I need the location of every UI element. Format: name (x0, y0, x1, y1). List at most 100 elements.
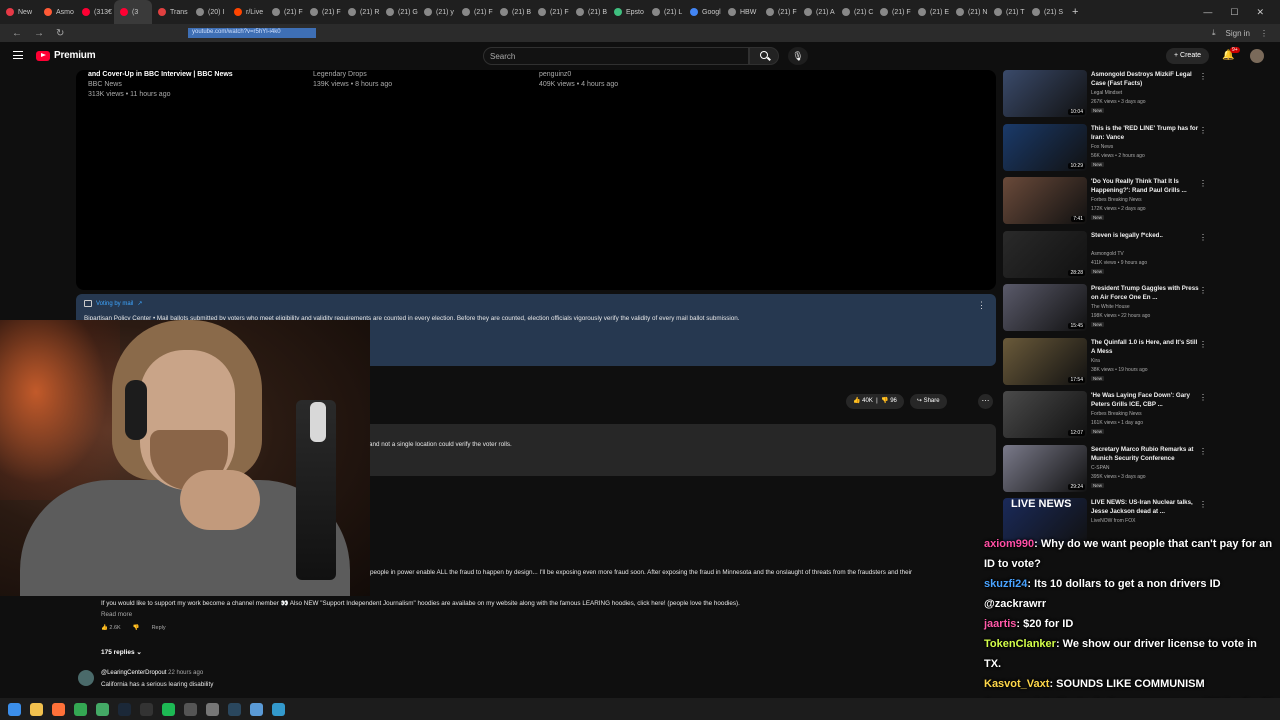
download-icon[interactable]: ⤓ (1212, 28, 1216, 38)
app-icon[interactable] (184, 702, 197, 716)
notepad-icon[interactable] (250, 702, 263, 716)
minimize-icon[interactable]: — (1203, 7, 1212, 17)
video-player[interactable]: and Cover-Up in BBC Interview | BBC News… (76, 70, 996, 290)
obs-icon[interactable] (140, 702, 153, 716)
channel-name[interactable]: Kira (1091, 358, 1100, 364)
video-title[interactable]: The Quinfall 1.0 is Here, and It's Still… (1091, 338, 1199, 356)
recommended-video[interactable]: 10:04 Asmongold Destroys MizkiF Legal Cas… (1003, 70, 1213, 120)
browser-tab[interactable]: (21) C (836, 0, 874, 24)
video-title[interactable]: Asmongold Destroys MizkiF Legal Case (Fa… (1091, 70, 1199, 88)
channel-name[interactable]: The White House (1091, 304, 1130, 310)
hamburger-menu-icon[interactable] (13, 51, 23, 59)
video-title[interactable]: LIVE NEWS: US-Iran Nuclear talks, Jesse … (1091, 498, 1199, 516)
browser-tab[interactable]: (21) S (1026, 0, 1064, 24)
chat-username[interactable]: Kasvot_Vaxt (984, 678, 1049, 690)
info-topic-link[interactable]: Voting by mail ↗ (84, 300, 142, 307)
app-icon[interactable] (96, 702, 109, 716)
like-button[interactable]: 👍 40K | 👎 96 (846, 394, 904, 409)
share-button[interactable]: ↪ Share (909, 394, 947, 409)
youtube-premium-logo[interactable]: Premium (36, 50, 96, 61)
channel-name[interactable]: C-SPAN (1091, 465, 1110, 471)
video-thumbnail[interactable]: 7:41 (1003, 177, 1087, 224)
new-tab-button[interactable]: + (1064, 6, 1086, 18)
chat-username[interactable]: skuzfi24 (984, 578, 1027, 590)
url-input[interactable]: youtube.com/watch?v=r5hYl-i4k0 (188, 28, 316, 38)
app-icon[interactable] (272, 702, 285, 716)
browser-tab[interactable]: r/Live (228, 0, 266, 24)
video-thumbnail[interactable]: 15:45 (1003, 284, 1087, 331)
channel-name[interactable]: Forbes Breaking News (1091, 411, 1142, 417)
video-menu-icon[interactable]: ⋮ (1199, 72, 1207, 81)
browser-tab[interactable]: (21) F (760, 0, 798, 24)
browser-tab[interactable]: (21) N (950, 0, 988, 24)
video-thumbnail[interactable]: 12:07 (1003, 391, 1087, 438)
endcard-1[interactable]: and Cover-Up in BBC Interview | BBC News… (88, 70, 233, 100)
steam-icon[interactable] (228, 702, 241, 716)
info-panel-more-icon[interactable]: ⋮ (977, 300, 986, 311)
channel-name[interactable]: Asmongold TV (1091, 251, 1124, 257)
video-thumbnail[interactable]: 28:28 (1003, 230, 1087, 278)
file-explorer-icon[interactable] (30, 702, 43, 716)
video-thumbnail[interactable]: 29:24 (1003, 444, 1087, 492)
browser-tab[interactable]: Epsto (608, 0, 646, 24)
browser-tab[interactable]: (21) y (418, 0, 456, 24)
read-more-link[interactable]: Read more (101, 611, 132, 618)
recommended-video[interactable]: 7:41 'Do You Really Think That It Is Happ… (1003, 177, 1213, 227)
browser-tab[interactable]: (21) R (342, 0, 380, 24)
account-avatar[interactable] (1250, 49, 1264, 63)
recommended-video[interactable]: 17:54 The Quinfall 1.0 is Here, and It's … (1003, 337, 1213, 388)
create-button[interactable]: + Create (1166, 48, 1210, 64)
browser-tab[interactable]: (21) B (570, 0, 608, 24)
video-title[interactable]: Secretary Marco Rubio Remarks at Munich … (1091, 445, 1199, 463)
channel-name[interactable]: Legal Mindset (1091, 90, 1122, 96)
browser-tab[interactable]: (21) F (874, 0, 912, 24)
recommended-video[interactable]: 15:45 President Trump Gaggles with Press … (1003, 284, 1213, 334)
video-title[interactable]: 'He Was Laying Face Down': Gary Peters G… (1091, 391, 1199, 409)
video-menu-icon[interactable]: ⋮ (1199, 447, 1207, 456)
close-icon[interactable]: ✕ (1256, 7, 1264, 18)
video-thumbnail[interactable]: 10:04 (1003, 70, 1087, 117)
sign-in-button[interactable]: Sign in (1226, 29, 1250, 38)
video-title[interactable]: This is the 'RED LINE' Trump has for Ira… (1091, 124, 1199, 142)
endcard-2[interactable]: Legendary Drops 139K views • 8 hours ago (313, 70, 392, 90)
browser-tab[interactable]: (21) E (912, 0, 950, 24)
browser-tab[interactable]: Googl (684, 0, 722, 24)
browser-tab[interactable]: (21) G (380, 0, 418, 24)
maximize-icon[interactable]: ☐ (1230, 7, 1238, 18)
windows-start-icon[interactable] (8, 702, 21, 716)
comment-author[interactable]: @LearingCenterDropout 22 hours ago (101, 670, 203, 676)
comment-dislike-icon[interactable]: 👎 (133, 625, 140, 631)
browser-tab[interactable]: HBW (722, 0, 760, 24)
channel-name[interactable]: Forbes Breaking News (1091, 197, 1142, 203)
browser-tab[interactable]: (20) I (190, 0, 228, 24)
video-thumbnail[interactable]: 10:29 (1003, 123, 1087, 171)
browser-tab[interactable]: Asmo (38, 0, 76, 24)
spotify-icon[interactable] (162, 702, 175, 716)
recommended-video[interactable]: 29:24 Secretary Marco Rubio Remarks at Mu… (1003, 444, 1213, 495)
search-button[interactable] (749, 47, 779, 65)
more-actions-icon[interactable]: ⋯ (978, 394, 993, 409)
video-menu-icon[interactable]: ⋮ (1199, 393, 1207, 402)
chat-username[interactable]: TokenClanker (984, 638, 1056, 650)
chat-username[interactable]: jaartis (984, 618, 1016, 630)
video-menu-icon[interactable]: ⋮ (1199, 286, 1207, 295)
video-menu-icon[interactable]: ⋮ (1199, 500, 1207, 509)
video-menu-icon[interactable]: ⋮ (1199, 126, 1207, 135)
chat-username[interactable]: axiom990 (984, 538, 1034, 550)
chrome-icon[interactable] (74, 702, 87, 716)
video-title[interactable]: President Trump Gaggles with Press on Ai… (1091, 284, 1199, 302)
channel-name[interactable]: LiveNOW from FOX (1091, 518, 1135, 524)
browser-tab[interactable]: (3 (114, 0, 152, 24)
recommended-video[interactable]: 12:07 'He Was Laying Face Down': Gary Pet… (1003, 391, 1213, 441)
forward-icon[interactable]: → (34, 28, 44, 39)
browser-tab[interactable]: (21) F (266, 0, 304, 24)
voice-search-icon[interactable]: 🎙 (788, 47, 808, 65)
browser-tab[interactable]: (21) F (304, 0, 342, 24)
browser-tab[interactable]: (21) F (532, 0, 570, 24)
reload-icon[interactable]: ↻ (56, 28, 64, 39)
recommended-video[interactable]: 28:28 Steven is legally f*cked.. Asmongold… (1003, 230, 1213, 281)
video-title[interactable]: 'Do You Really Think That It Is Happenin… (1091, 177, 1199, 195)
menu-icon[interactable]: ⋮ (1260, 29, 1268, 38)
browser-tab[interactable]: (21) T (988, 0, 1026, 24)
video-menu-icon[interactable]: ⋮ (1199, 340, 1207, 349)
